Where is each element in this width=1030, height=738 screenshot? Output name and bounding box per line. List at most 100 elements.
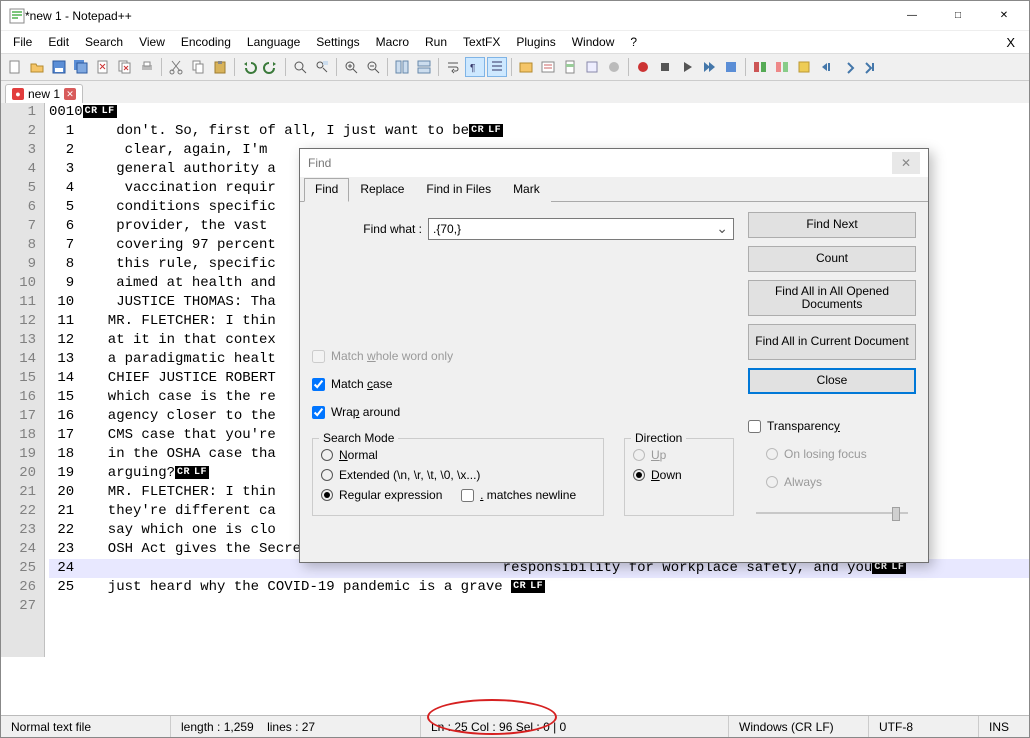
tabbar: ● new 1 ✕ xyxy=(1,81,1029,103)
menu-settings[interactable]: Settings xyxy=(308,33,367,51)
menu-plugins[interactable]: Plugins xyxy=(508,33,563,51)
menu-search[interactable]: Search xyxy=(77,33,131,51)
direction-group: Direction Up Down xyxy=(624,438,734,516)
find-all-open-button[interactable]: Find All in All Opened Documents xyxy=(748,280,916,316)
func-list-icon[interactable] xyxy=(538,57,558,77)
menu-textfx[interactable]: TextFX xyxy=(455,33,508,51)
show-chars-icon[interactable]: ¶ xyxy=(465,57,485,77)
code-line xyxy=(49,597,1029,616)
radio-normal[interactable]: Normal xyxy=(321,445,595,465)
findwhat-input[interactable] xyxy=(428,218,734,240)
save-all-icon[interactable] xyxy=(71,57,91,77)
findwhat-label: Find what : xyxy=(312,222,422,236)
menubar-overflow[interactable]: X xyxy=(996,35,1025,50)
status-type: Normal text file xyxy=(1,716,171,737)
find-all-current-button[interactable]: Find All in Current Document xyxy=(748,324,916,360)
wrap-around-checkbox[interactable]: Wrap around xyxy=(312,402,734,422)
compare-icon[interactable] xyxy=(750,57,770,77)
app-icon xyxy=(9,8,25,24)
undo-icon[interactable] xyxy=(239,57,259,77)
folder-doc-icon[interactable] xyxy=(516,57,536,77)
dialog-close-icon[interactable]: ✕ xyxy=(892,152,920,174)
menubar: File Edit Search View Encoding Language … xyxy=(1,31,1029,53)
menu-file[interactable]: File xyxy=(5,33,40,51)
tab-mark[interactable]: Mark xyxy=(502,178,551,202)
sync-v-icon[interactable] xyxy=(392,57,412,77)
play-multi-icon[interactable] xyxy=(699,57,719,77)
save-macro-icon[interactable] xyxy=(721,57,741,77)
menu-edit[interactable]: Edit xyxy=(40,33,77,51)
nav-last-icon[interactable] xyxy=(860,57,880,77)
close-dialog-button[interactable]: Close xyxy=(748,368,916,394)
zoom-out-icon[interactable] xyxy=(363,57,383,77)
copy-icon[interactable] xyxy=(188,57,208,77)
status-pos: Ln : 25 Col : 96 Sel : 0 | 0 xyxy=(421,716,729,737)
close-file-icon[interactable] xyxy=(93,57,113,77)
close-button[interactable]: ✕ xyxy=(981,1,1027,31)
doc-list-icon[interactable] xyxy=(582,57,602,77)
code-line: 0010CRLF xyxy=(49,103,1029,122)
menu-run[interactable]: Run xyxy=(417,33,455,51)
menu-help[interactable]: ? xyxy=(622,33,645,51)
play-icon[interactable] xyxy=(677,57,697,77)
tab-close-icon[interactable]: ✕ xyxy=(64,88,76,100)
replace-icon[interactable] xyxy=(312,57,332,77)
indent-guide-icon[interactable] xyxy=(487,57,507,77)
status-enc: UTF-8 xyxy=(869,716,979,737)
transparency-checkbox[interactable]: Transparency xyxy=(748,416,916,436)
paste-icon[interactable] xyxy=(210,57,230,77)
file-tab[interactable]: ● new 1 ✕ xyxy=(5,84,83,103)
record-icon[interactable] xyxy=(633,57,653,77)
new-file-icon[interactable] xyxy=(5,57,25,77)
window-title: *new 1 - Notepad++ xyxy=(25,9,889,23)
maximize-button[interactable]: □ xyxy=(935,1,981,31)
print-icon[interactable] xyxy=(137,57,157,77)
dialog-title: Find xyxy=(308,156,892,170)
statusbar: Normal text file length : 1,259 lines : … xyxy=(1,715,1029,737)
gutter: 1234567891011121314151617181920212223242… xyxy=(1,103,45,657)
redo-icon[interactable] xyxy=(261,57,281,77)
stop-icon[interactable] xyxy=(655,57,675,77)
tab-replace[interactable]: Replace xyxy=(349,178,415,202)
status-length: length : 1,259 lines : 27 xyxy=(171,716,421,737)
radio-extended[interactable]: Extended (\n, \r, \t, \0, \x...) xyxy=(321,465,595,485)
find-next-button[interactable]: Find Next xyxy=(748,212,916,238)
menu-view[interactable]: View xyxy=(131,33,173,51)
radio-regex[interactable]: Regular expression . matches newline xyxy=(321,485,595,505)
search-mode-legend: Search Mode xyxy=(319,431,398,445)
code-line: 25 just heard why the COVID-19 pandemic … xyxy=(49,578,1029,597)
clear-compare-icon[interactable] xyxy=(772,57,792,77)
match-case-checkbox[interactable]: Match case xyxy=(312,374,734,394)
tab-find[interactable]: Find xyxy=(304,178,349,202)
menu-window[interactable]: Window xyxy=(564,33,623,51)
menu-macro[interactable]: Macro xyxy=(368,33,417,51)
close-all-icon[interactable] xyxy=(115,57,135,77)
zoom-in-icon[interactable] xyxy=(341,57,361,77)
cut-icon[interactable] xyxy=(166,57,186,77)
code-line: 1 don't. So, first of all, I just want t… xyxy=(49,122,1029,141)
menu-encoding[interactable]: Encoding xyxy=(173,33,239,51)
nav-prev-icon[interactable] xyxy=(816,57,836,77)
radio-down[interactable]: Down xyxy=(633,465,725,485)
status-eol: Windows (CR LF) xyxy=(729,716,869,737)
doc-map-icon[interactable] xyxy=(560,57,580,77)
file-tab-label: new 1 xyxy=(28,87,60,101)
nav-next-icon[interactable] xyxy=(838,57,858,77)
find-dialog: Find ✕ Find Replace Find in Files Mark F… xyxy=(299,148,929,563)
monitor-icon[interactable] xyxy=(604,57,624,77)
minimize-button[interactable]: — xyxy=(889,1,935,31)
tab-findinfiles[interactable]: Find in Files xyxy=(415,178,502,202)
status-ins: INS xyxy=(979,716,1029,737)
menu-language[interactable]: Language xyxy=(239,33,308,51)
svg-text:¶: ¶ xyxy=(470,63,475,74)
save-icon[interactable] xyxy=(49,57,69,77)
dotmatches-checkbox[interactable] xyxy=(461,489,474,502)
sync-h-icon[interactable] xyxy=(414,57,434,77)
open-file-icon[interactable] xyxy=(27,57,47,77)
nav-first-icon[interactable] xyxy=(794,57,814,77)
radio-onlosing: On losing focus xyxy=(766,444,916,464)
wrap-icon[interactable] xyxy=(443,57,463,77)
count-button[interactable]: Count xyxy=(748,246,916,272)
match-whole-checkbox: Match whole word only xyxy=(312,346,734,366)
find-icon[interactable] xyxy=(290,57,310,77)
